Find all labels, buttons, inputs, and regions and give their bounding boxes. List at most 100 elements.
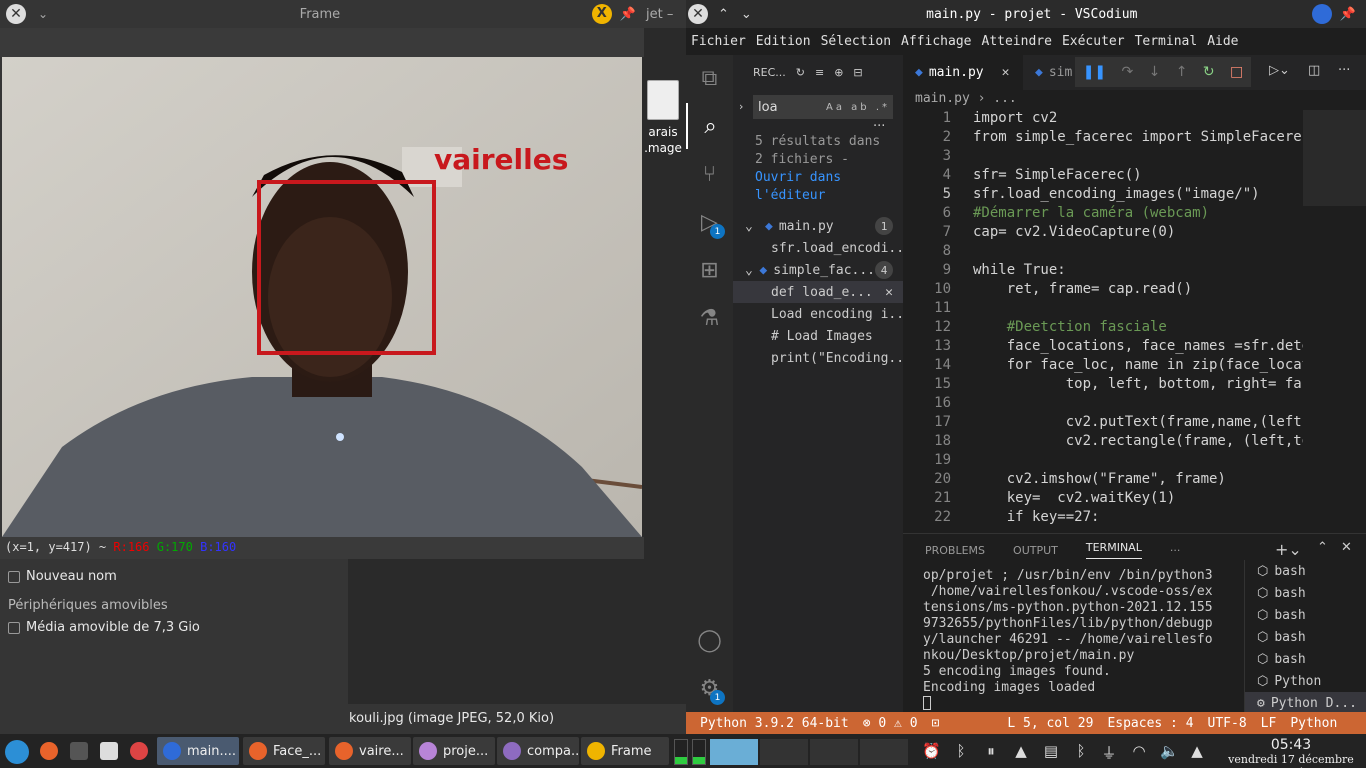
python-interpreter[interactable]: Python 3.9.2 64-bit <box>700 716 849 731</box>
taskbar-task[interactable]: proje... <box>413 737 495 765</box>
code-line[interactable]: from simple_facerec import SimpleFacerec <box>973 129 1303 145</box>
code-line[interactable]: top, left, bottom, right= face <box>973 376 1303 392</box>
workspace-1[interactable] <box>710 739 758 765</box>
workspace-3[interactable] <box>810 739 858 765</box>
chevron-down-icon[interactable]: ⌄ <box>741 7 752 22</box>
code-line[interactable]: #Démarrer la caméra (webcam) <box>973 205 1209 221</box>
terminal-instance[interactable]: ⚙ Python D... <box>1245 692 1366 713</box>
bluetooth-icon[interactable]: ᛒ <box>1072 742 1090 760</box>
code-view[interactable]: 1 import cv2 2 from simple_facerec import S… <box>903 110 1303 533</box>
dismiss-icon[interactable]: ✕ <box>885 285 893 300</box>
taskbar-task[interactable]: compa... <box>497 737 579 765</box>
language-mode[interactable]: Python <box>1290 716 1337 731</box>
workspace-4[interactable] <box>860 739 908 765</box>
workspace-2[interactable] <box>760 739 808 765</box>
code-line[interactable]: if key==27: <box>973 509 1100 525</box>
result-match[interactable]: def load_e... ✕ <box>733 281 903 303</box>
code-line[interactable]: import cv2 <box>973 110 1057 126</box>
more-icon[interactable]: ··· <box>873 119 885 134</box>
volume-icon[interactable]: 🔈 <box>1160 742 1179 760</box>
result-match[interactable]: Load encoding i... <box>733 303 903 325</box>
collapse-all-icon[interactable]: ⊟ <box>853 66 862 79</box>
close-icon[interactable]: ✕ <box>6 4 26 24</box>
chevron-right-icon[interactable]: › <box>739 100 743 113</box>
terminal-instance[interactable]: ⬡ bash <box>1245 560 1366 582</box>
code-line[interactable]: for face_loc, name in zip(face_locat <box>973 357 1303 373</box>
tab-output[interactable]: OUTPUT <box>1013 544 1058 557</box>
cursor-position[interactable]: L 5, col 29 <box>1007 716 1093 731</box>
alarm-icon[interactable]: ⏰ <box>922 742 941 760</box>
code-line[interactable]: key= cv2.waitKey(1) <box>973 490 1176 506</box>
tab-problems[interactable]: PROBLEMS <box>925 544 985 557</box>
run-icon[interactable]: ▷⌄ <box>1269 63 1290 78</box>
code-line[interactable]: cap= cv2.VideoCapture(0) <box>973 224 1175 240</box>
search-input[interactable]: loa Aa ab .* <box>753 95 893 119</box>
menu-edition[interactable]: Edition <box>756 34 811 49</box>
result-file-simple[interactable]: ⌄ ◆ simple_fac... 4 <box>733 259 903 281</box>
panel-more[interactable]: ··· <box>1170 544 1181 557</box>
code-line[interactable]: sfr.load_encoding_images("image/") <box>973 186 1260 202</box>
extensions-icon[interactable]: ⊞ <box>686 247 733 293</box>
pause-icon[interactable]: ❚❚ <box>1083 64 1106 80</box>
terminal-instance[interactable]: ⬡ bash <box>1245 648 1366 670</box>
problems-indicator[interactable]: ⊗ 0 ⚠ 0 <box>863 716 918 731</box>
chevron-down-icon[interactable]: ⌄ <box>38 7 48 21</box>
end-of-line[interactable]: LF <box>1261 716 1277 731</box>
taskbar-task[interactable]: main.... <box>157 737 239 765</box>
restart-icon[interactable]: ↻ <box>1203 64 1215 80</box>
code-line[interactable]: cv2.putText(frame,name,(left, <box>973 414 1303 430</box>
step-over-icon[interactable]: ↷ <box>1122 64 1134 80</box>
code-line[interactable]: cv2.rectangle(frame, (left,to <box>973 433 1303 449</box>
explorer-icon[interactable]: ⧉ <box>686 55 733 101</box>
pin-icon[interactable]: 📌 <box>1340 7 1356 22</box>
taskbar-task[interactable]: Frame <box>581 737 669 765</box>
places-item[interactable]: Nouveau nom <box>8 569 117 584</box>
software-launcher-icon[interactable] <box>130 742 148 760</box>
wifi-icon[interactable]: ◠ <box>1130 742 1148 760</box>
clear-results-icon[interactable]: ≡ <box>815 66 824 79</box>
taskbar-task[interactable]: vaire... <box>329 737 411 765</box>
refresh-icon[interactable]: ↻ <box>796 66 805 79</box>
clock[interactable]: 05:43 vendredi 17 décembre 2021 <box>1216 737 1366 768</box>
run-debug-icon[interactable]: ▷ 1 <box>686 199 733 245</box>
file-item[interactable]: arais .mage <box>640 80 686 156</box>
add-terminal-icon[interactable]: +⌄ <box>1275 540 1302 559</box>
code-line[interactable]: sfr= SimpleFacerec() <box>973 167 1142 183</box>
result-match[interactable]: print("Encoding... <box>733 347 903 369</box>
vlc-icon[interactable]: ▲ <box>1012 742 1030 760</box>
close-icon[interactable]: ✕ <box>688 4 708 24</box>
menu-selection[interactable]: Sélection <box>821 34 891 49</box>
menu-atteindre[interactable]: Atteindre <box>982 34 1052 49</box>
result-file-main[interactable]: ⌄ ◆ main.py 1 <box>733 215 903 237</box>
start-menu-icon[interactable] <box>5 740 29 764</box>
code-line[interactable]: face_locations, face_names =sfr.dete <box>973 338 1303 354</box>
account-icon[interactable]: ◯ <box>686 617 733 663</box>
device-item[interactable]: Média amovible de 7,3 Gio <box>8 620 200 635</box>
close-icon[interactable]: ✕ <box>1002 65 1010 80</box>
terminal-instance[interactable]: ⬡ bash <box>1245 604 1366 626</box>
open-in-editor-link[interactable]: Ouvrir dans l'éditeur <box>755 170 841 203</box>
search-options[interactable]: Aa ab .* <box>826 102 893 113</box>
code-line[interactable]: cv2.imshow("Frame", frame) <box>973 471 1226 487</box>
tab-main-py[interactable]: ◆ main.py ✕ <box>903 55 1023 90</box>
minimap[interactable] <box>1303 110 1366 533</box>
terminal-output[interactable]: op/projet ; /usr/bin/env /bin/python3 /h… <box>923 568 1243 715</box>
files-launcher-icon[interactable] <box>100 742 118 760</box>
pause-icon[interactable]: ⏸ <box>982 742 1000 760</box>
terminal-instance[interactable]: ⬡ bash <box>1245 582 1366 604</box>
tray-expand-icon[interactable]: ▲ <box>1188 742 1206 760</box>
breadcrumb[interactable]: main.py › ... <box>915 91 1017 109</box>
code-line[interactable]: #Deetction fasciale <box>973 319 1167 335</box>
step-out-icon[interactable]: ↑ <box>1176 64 1188 80</box>
step-into-icon[interactable]: ↓ <box>1149 64 1161 80</box>
result-match[interactable]: # Load Images <box>733 325 903 347</box>
close-panel-icon[interactable]: ✕ <box>1341 540 1352 555</box>
settings-gear-icon[interactable]: ⚙ 1 <box>686 665 733 711</box>
tab-terminal[interactable]: TERMINAL <box>1085 541 1142 559</box>
source-control-icon[interactable]: ⑂ <box>686 151 733 197</box>
menu-terminal[interactable]: Terminal <box>1135 34 1198 49</box>
menu-affichage[interactable]: Affichage <box>901 34 971 49</box>
usb-icon[interactable]: ⏚ <box>1100 742 1118 762</box>
menu-aide[interactable]: Aide <box>1207 34 1238 49</box>
split-editor-icon[interactable]: ◫ <box>1308 63 1320 78</box>
